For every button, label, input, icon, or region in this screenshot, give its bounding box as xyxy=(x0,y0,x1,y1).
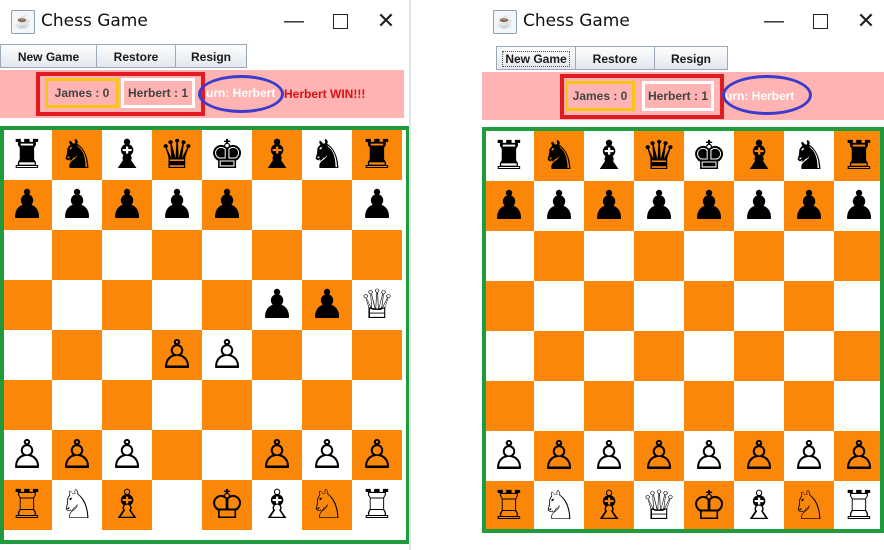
restore-button[interactable]: Restore xyxy=(96,44,176,68)
score-annotation-box xyxy=(560,74,724,119)
restore-label: Restore xyxy=(113,50,159,64)
window-title: Chess Game xyxy=(41,11,148,31)
close-icon[interactable]: ✕ xyxy=(848,8,884,34)
resign-label: Resign xyxy=(190,50,231,64)
title-bar[interactable]: ☕ Chess Game — ✕ xyxy=(482,0,884,42)
turn-annotation-ellipse xyxy=(722,75,812,115)
maximize-icon[interactable] xyxy=(802,8,838,34)
minimize-icon[interactable]: — xyxy=(276,8,312,34)
close-icon[interactable]: ✕ xyxy=(368,8,404,34)
score-annotation-box xyxy=(36,72,205,116)
board-annotation-box xyxy=(482,127,884,533)
window-title: Chess Game xyxy=(523,11,630,31)
new-game-button[interactable]: New Game xyxy=(496,46,576,70)
new-game-button[interactable]: New Game xyxy=(0,44,97,68)
new-game-label: New Game xyxy=(502,51,570,67)
title-bar[interactable]: ☕ Chess Game — ✕ xyxy=(0,0,404,42)
resign-button[interactable]: Resign xyxy=(175,44,247,68)
resign-button[interactable]: Resign xyxy=(654,46,728,70)
java-cup-icon: ☕ xyxy=(11,10,35,34)
chess-window-left: ☕ Chess Game — ✕ New Game Restore Resign… xyxy=(0,0,410,550)
resign-label: Resign xyxy=(670,52,711,66)
minimize-icon[interactable]: — xyxy=(756,8,792,34)
java-cup-icon: ☕ xyxy=(493,10,517,34)
restore-button[interactable]: Restore xyxy=(575,46,655,70)
maximize-icon[interactable] xyxy=(322,8,358,34)
turn-annotation-ellipse xyxy=(198,75,284,113)
window-divider xyxy=(409,0,411,550)
new-game-label: New Game xyxy=(17,50,80,64)
restore-label: Restore xyxy=(592,52,638,66)
board-annotation-box xyxy=(0,126,410,544)
win-message: Herbert WIN!!! xyxy=(284,87,366,101)
chess-window-right: ☕ Chess Game — ✕ New Game Restore Resign… xyxy=(482,0,884,550)
